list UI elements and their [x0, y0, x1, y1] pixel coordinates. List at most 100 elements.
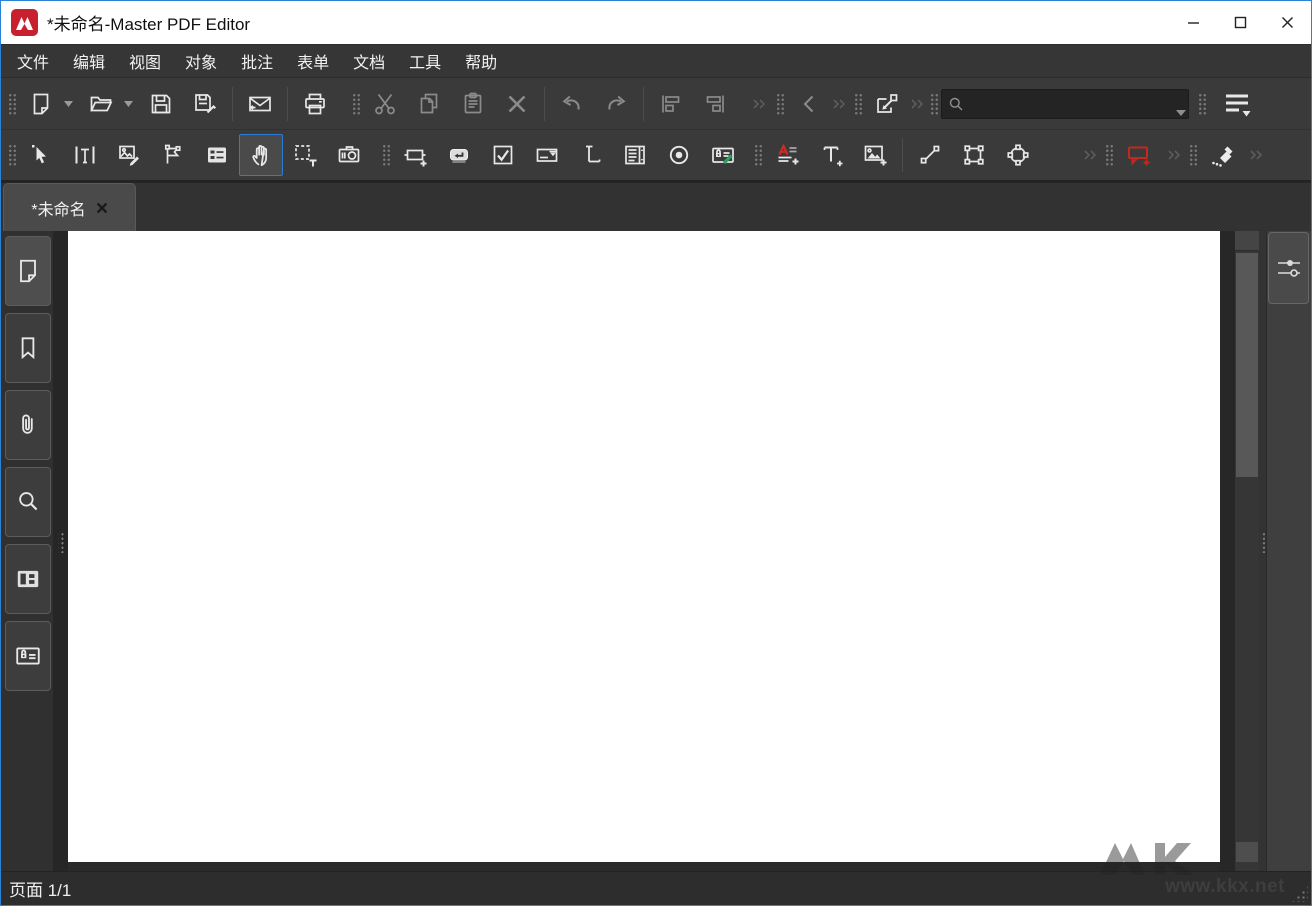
toolbar-drag-handle[interactable] — [753, 143, 762, 167]
new-document-button[interactable] — [19, 83, 63, 125]
eraser-highlight-button[interactable] — [1200, 134, 1244, 176]
sidebar-splitter[interactable] — [53, 231, 68, 871]
signatures-button[interactable] — [5, 621, 51, 691]
toolbar-drag-handle[interactable] — [7, 143, 16, 167]
form-fields-button[interactable] — [195, 134, 239, 176]
add-image-button[interactable] — [853, 134, 897, 176]
panel-splitter[interactable] — [1259, 231, 1266, 871]
insert-text-cursor-button[interactable] — [569, 134, 613, 176]
open-file-button[interactable] — [79, 83, 123, 125]
save-button[interactable] — [139, 83, 183, 125]
menu-object[interactable]: 对象 — [173, 45, 229, 77]
ellipse-tool-button[interactable] — [996, 134, 1040, 176]
properties-sliders-button[interactable] — [1268, 232, 1309, 304]
toolbar-overflow-icon[interactable] — [1166, 134, 1182, 176]
minimize-button[interactable] — [1170, 1, 1217, 44]
add-text-field-button[interactable] — [393, 134, 437, 176]
toolbar-separator — [643, 87, 644, 121]
menu-forms[interactable]: 表单 — [285, 45, 341, 77]
toolbar-drag-handle[interactable] — [1104, 143, 1113, 167]
document-tab[interactable]: *未命名 — [3, 183, 136, 231]
layers-button[interactable] — [5, 544, 51, 614]
push-button-button[interactable] — [437, 134, 481, 176]
new-document-dropdown-icon[interactable] — [63, 83, 73, 125]
toolbar-drag-handle[interactable] — [929, 92, 938, 116]
page-thumbnails-button[interactable] — [5, 236, 51, 306]
sliders-icon — [1274, 254, 1304, 282]
bookmarks-button[interactable] — [5, 313, 51, 383]
toolbar-separator — [902, 138, 903, 172]
scrollbar-bottom-block[interactable] — [1236, 842, 1258, 862]
attachments-button[interactable] — [5, 390, 51, 460]
toolbar-overflow-icon[interactable] — [751, 83, 767, 125]
scrollbar-top-block[interactable] — [1235, 231, 1259, 251]
email-button[interactable] — [238, 83, 282, 125]
hand-tool-button[interactable] — [239, 134, 283, 176]
toolbar-overflow-icon[interactable] — [909, 83, 925, 125]
menu-edit[interactable]: 编辑 — [61, 45, 117, 77]
previous-view-button[interactable] — [787, 83, 831, 125]
app-window: *未命名-Master PDF Editor 文件 编辑 视图 对象 批注 表单… — [0, 0, 1312, 906]
menu-file[interactable]: 文件 — [5, 45, 61, 77]
radio-button-button[interactable] — [657, 134, 701, 176]
main-menu-button[interactable] — [1215, 83, 1259, 125]
open-file-dropdown-icon[interactable] — [123, 83, 133, 125]
search-panel-button[interactable] — [5, 467, 51, 537]
save-as-button[interactable] — [183, 83, 227, 125]
edit-forms-button[interactable] — [151, 134, 195, 176]
toolbar-drag-handle[interactable] — [1197, 92, 1206, 116]
toolbar-drag-handle[interactable] — [853, 92, 862, 116]
resize-grip[interactable] — [1291, 885, 1308, 902]
toolbar-overflow-icon[interactable] — [1082, 134, 1098, 176]
tab-close-icon[interactable] — [96, 202, 108, 214]
rectangle-tool-button[interactable] — [952, 134, 996, 176]
delete-button[interactable] — [495, 83, 539, 125]
cut-button[interactable] — [363, 83, 407, 125]
toolbar-drag-handle[interactable] — [381, 143, 390, 167]
menu-tools[interactable]: 工具 — [397, 45, 453, 77]
close-button[interactable] — [1264, 1, 1311, 44]
splitter-grip-icon[interactable] — [1260, 531, 1265, 553]
tools-toolbar — [1, 129, 1311, 182]
document-page[interactable] — [68, 231, 1220, 862]
toolbar-drag-handle[interactable] — [7, 92, 16, 116]
select-text-area-button[interactable] — [283, 134, 327, 176]
signature-field-button[interactable] — [701, 134, 745, 176]
undo-button[interactable] — [550, 83, 594, 125]
list-box-button[interactable] — [613, 134, 657, 176]
vertical-scrollbar[interactable] — [1235, 231, 1259, 871]
add-text-button[interactable] — [809, 134, 853, 176]
align-left-button[interactable] — [649, 83, 693, 125]
checkbox-field-button[interactable] — [481, 134, 525, 176]
search-box — [941, 89, 1189, 119]
snapshot-button[interactable] — [327, 134, 371, 176]
menu-document[interactable]: 文档 — [341, 45, 397, 77]
menu-annotation[interactable]: 批注 — [229, 45, 285, 77]
search-dropdown-icon[interactable] — [1176, 110, 1186, 116]
tab-title: *未命名 — [31, 196, 85, 220]
paste-button[interactable] — [451, 83, 495, 125]
copy-button[interactable] — [407, 83, 451, 125]
menu-view[interactable]: 视图 — [117, 45, 173, 77]
combo-box-button[interactable] — [525, 134, 569, 176]
toolbar-overflow-icon[interactable] — [831, 83, 847, 125]
redo-button[interactable] — [594, 83, 638, 125]
search-input[interactable] — [969, 96, 1184, 112]
align-right-button[interactable] — [693, 83, 737, 125]
scrollbar-thumb[interactable] — [1236, 253, 1258, 477]
font-annotation-button[interactable] — [765, 134, 809, 176]
print-button[interactable] — [293, 83, 337, 125]
toolbar-drag-handle[interactable] — [775, 92, 784, 116]
toolbar-drag-handle[interactable] — [1188, 143, 1197, 167]
toolbar-drag-handle[interactable] — [351, 92, 360, 116]
line-tool-button[interactable] — [908, 134, 952, 176]
select-tool-button[interactable] — [19, 134, 63, 176]
toolbar-overflow-icon[interactable] — [1248, 134, 1264, 176]
edit-text-button[interactable] — [63, 134, 107, 176]
splitter-grip-icon[interactable] — [58, 531, 63, 553]
sticky-note-button[interactable] — [1116, 134, 1160, 176]
menu-help[interactable]: 帮助 — [453, 45, 509, 77]
edit-image-button[interactable] — [107, 134, 151, 176]
fit-page-button[interactable] — [865, 83, 909, 125]
maximize-button[interactable] — [1217, 1, 1264, 44]
